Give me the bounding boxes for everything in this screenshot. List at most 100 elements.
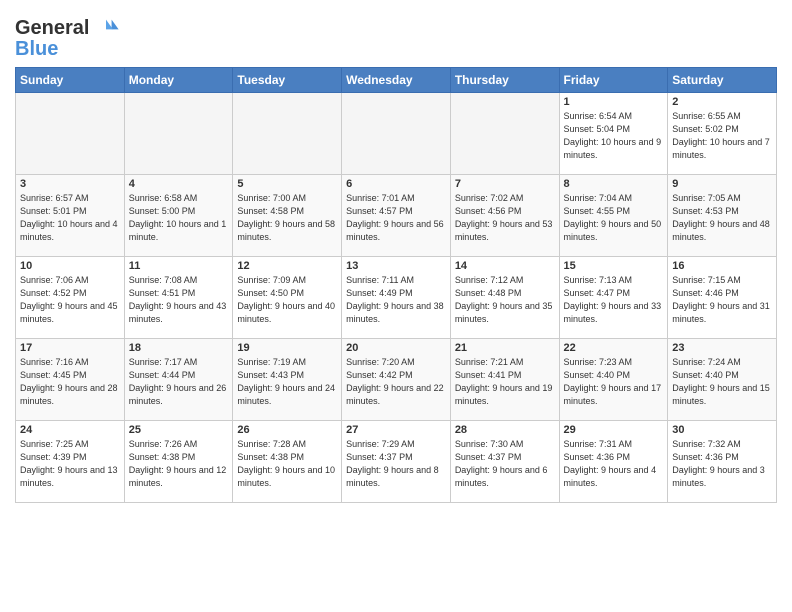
- day-cell: 8 Sunrise: 7:04 AM Sunset: 4:55 PM Daylig…: [559, 175, 668, 257]
- day-info: Sunrise: 7:16 AM Sunset: 4:45 PM Dayligh…: [20, 356, 120, 408]
- day-info: Sunrise: 7:32 AM Sunset: 4:36 PM Dayligh…: [672, 438, 772, 490]
- day-info: Sunrise: 7:13 AM Sunset: 4:47 PM Dayligh…: [564, 274, 664, 326]
- day-number: 7: [455, 178, 555, 190]
- day-info: Sunrise: 7:31 AM Sunset: 4:36 PM Dayligh…: [564, 438, 664, 490]
- day-cell: 24Sunrise: 7:25 AM Sunset: 4:39 PM Dayli…: [16, 421, 125, 503]
- week-row-1: 1 Sunrise: 6:54 AM Sunset: 5:04 PM Daylig…: [16, 93, 777, 175]
- day-cell: 6Sunrise: 7:01 AM Sunset: 4:57 PM Daylig…: [342, 175, 451, 257]
- weekday-header-row: SundayMondayTuesdayWednesdayThursdayFrid…: [16, 68, 777, 93]
- day-cell: 28 Sunrise: 7:30 AM Sunset: 4:37 PM Dayli…: [450, 421, 559, 503]
- day-info: Sunrise: 7:09 AM Sunset: 4:50 PM Dayligh…: [237, 274, 337, 326]
- day-cell: 7Sunrise: 7:02 AM Sunset: 4:56 PM Daylig…: [450, 175, 559, 257]
- weekday-header-monday: Monday: [124, 68, 233, 93]
- header: General Blue: [15, 10, 777, 61]
- day-cell: [16, 93, 125, 175]
- day-number: 22: [564, 342, 664, 354]
- day-info: Sunrise: 7:21 AM Sunset: 4:41 PM Dayligh…: [455, 356, 555, 408]
- day-number: 20: [346, 342, 446, 354]
- weekday-header-wednesday: Wednesday: [342, 68, 451, 93]
- day-number: 25: [129, 424, 229, 436]
- weekday-header-friday: Friday: [559, 68, 668, 93]
- day-cell: 1 Sunrise: 6:54 AM Sunset: 5:04 PM Daylig…: [559, 93, 668, 175]
- day-number: 23: [672, 342, 772, 354]
- day-cell: 21 Sunrise: 7:21 AM Sunset: 4:41 PM Dayli…: [450, 339, 559, 421]
- day-number: 9: [672, 178, 772, 190]
- day-cell: 11 Sunrise: 7:08 AM Sunset: 4:51 PM Dayli…: [124, 257, 233, 339]
- day-number: 10: [20, 260, 120, 272]
- day-info: Sunrise: 7:29 AM Sunset: 4:37 PM Dayligh…: [346, 438, 446, 490]
- day-number: 17: [20, 342, 120, 354]
- day-info: Sunrise: 7:24 AM Sunset: 4:40 PM Dayligh…: [672, 356, 772, 408]
- logo: General Blue: [15, 14, 120, 61]
- day-number: 18: [129, 342, 229, 354]
- day-cell: 16Sunrise: 7:15 AM Sunset: 4:46 PM Dayli…: [668, 257, 777, 339]
- page-container: General Blue SundayMondayTuesdayWednesda…: [0, 0, 792, 612]
- day-cell: 4Sunrise: 6:58 AM Sunset: 5:00 PM Daylig…: [124, 175, 233, 257]
- day-cell: 20 Sunrise: 7:20 AM Sunset: 4:42 PM Dayli…: [342, 339, 451, 421]
- day-number: 28: [455, 424, 555, 436]
- day-info: Sunrise: 7:25 AM Sunset: 4:39 PM Dayligh…: [20, 438, 120, 490]
- weekday-header-saturday: Saturday: [668, 68, 777, 93]
- day-info: Sunrise: 7:00 AM Sunset: 4:58 PM Dayligh…: [237, 192, 337, 244]
- day-info: Sunrise: 7:06 AM Sunset: 4:52 PM Dayligh…: [20, 274, 120, 326]
- week-row-3: 10 Sunrise: 7:06 AM Sunset: 4:52 PM Dayli…: [16, 257, 777, 339]
- day-number: 8: [564, 178, 664, 190]
- day-info: Sunrise: 6:55 AM Sunset: 5:02 PM Dayligh…: [672, 110, 772, 162]
- day-cell: 27 Sunrise: 7:29 AM Sunset: 4:37 PM Dayli…: [342, 421, 451, 503]
- day-number: 19: [237, 342, 337, 354]
- day-info: Sunrise: 7:23 AM Sunset: 4:40 PM Dayligh…: [564, 356, 664, 408]
- weekday-header-tuesday: Tuesday: [233, 68, 342, 93]
- day-cell: 22 Sunrise: 7:23 AM Sunset: 4:40 PM Dayli…: [559, 339, 668, 421]
- day-number: 29: [564, 424, 664, 436]
- day-info: Sunrise: 7:05 AM Sunset: 4:53 PM Dayligh…: [672, 192, 772, 244]
- day-cell: 17 Sunrise: 7:16 AM Sunset: 4:45 PM Dayli…: [16, 339, 125, 421]
- day-number: 11: [129, 260, 229, 272]
- day-number: 12: [237, 260, 337, 272]
- day-info: Sunrise: 7:12 AM Sunset: 4:48 PM Dayligh…: [455, 274, 555, 326]
- weekday-header-sunday: Sunday: [16, 68, 125, 93]
- day-cell: [450, 93, 559, 175]
- day-number: 27: [346, 424, 446, 436]
- day-number: 1: [564, 96, 664, 108]
- day-cell: 10 Sunrise: 7:06 AM Sunset: 4:52 PM Dayli…: [16, 257, 125, 339]
- day-number: 13: [346, 260, 446, 272]
- day-cell: 3 Sunrise: 6:57 AM Sunset: 5:01 PM Daylig…: [16, 175, 125, 257]
- day-info: Sunrise: 7:28 AM Sunset: 4:38 PM Dayligh…: [237, 438, 337, 490]
- week-row-5: 24Sunrise: 7:25 AM Sunset: 4:39 PM Dayli…: [16, 421, 777, 503]
- day-cell: [233, 93, 342, 175]
- day-number: 14: [455, 260, 555, 272]
- day-cell: 14 Sunrise: 7:12 AM Sunset: 4:48 PM Dayli…: [450, 257, 559, 339]
- day-cell: 12 Sunrise: 7:09 AM Sunset: 4:50 PM Dayli…: [233, 257, 342, 339]
- day-cell: 29 Sunrise: 7:31 AM Sunset: 4:36 PM Dayli…: [559, 421, 668, 503]
- day-info: Sunrise: 7:19 AM Sunset: 4:43 PM Dayligh…: [237, 356, 337, 408]
- day-number: 4: [129, 178, 229, 190]
- day-info: Sunrise: 7:01 AM Sunset: 4:57 PM Dayligh…: [346, 192, 446, 244]
- day-cell: 15Sunrise: 7:13 AM Sunset: 4:47 PM Dayli…: [559, 257, 668, 339]
- day-number: 30: [672, 424, 772, 436]
- day-info: Sunrise: 7:15 AM Sunset: 4:46 PM Dayligh…: [672, 274, 772, 326]
- week-row-2: 3 Sunrise: 6:57 AM Sunset: 5:01 PM Daylig…: [16, 175, 777, 257]
- day-number: 2: [672, 96, 772, 108]
- day-info: Sunrise: 7:20 AM Sunset: 4:42 PM Dayligh…: [346, 356, 446, 408]
- day-cell: [124, 93, 233, 175]
- day-cell: 18Sunrise: 7:17 AM Sunset: 4:44 PM Dayli…: [124, 339, 233, 421]
- day-cell: 2 Sunrise: 6:55 AM Sunset: 5:02 PM Daylig…: [668, 93, 777, 175]
- day-info: Sunrise: 7:30 AM Sunset: 4:37 PM Dayligh…: [455, 438, 555, 490]
- day-cell: [342, 93, 451, 175]
- day-number: 21: [455, 342, 555, 354]
- day-info: Sunrise: 6:54 AM Sunset: 5:04 PM Dayligh…: [564, 110, 664, 162]
- day-info: Sunrise: 6:57 AM Sunset: 5:01 PM Dayligh…: [20, 192, 120, 244]
- day-cell: 13 Sunrise: 7:11 AM Sunset: 4:49 PM Dayli…: [342, 257, 451, 339]
- week-row-4: 17 Sunrise: 7:16 AM Sunset: 4:45 PM Dayli…: [16, 339, 777, 421]
- day-number: 3: [20, 178, 120, 190]
- logo-icon: [92, 14, 120, 42]
- day-cell: 23 Sunrise: 7:24 AM Sunset: 4:40 PM Dayli…: [668, 339, 777, 421]
- weekday-header-thursday: Thursday: [450, 68, 559, 93]
- day-cell: 30 Sunrise: 7:32 AM Sunset: 4:36 PM Dayli…: [668, 421, 777, 503]
- day-info: Sunrise: 7:08 AM Sunset: 4:51 PM Dayligh…: [129, 274, 229, 326]
- day-info: Sunrise: 7:11 AM Sunset: 4:49 PM Dayligh…: [346, 274, 446, 326]
- day-cell: 5Sunrise: 7:00 AM Sunset: 4:58 PM Daylig…: [233, 175, 342, 257]
- day-cell: 19 Sunrise: 7:19 AM Sunset: 4:43 PM Dayli…: [233, 339, 342, 421]
- day-cell: 9 Sunrise: 7:05 AM Sunset: 4:53 PM Daylig…: [668, 175, 777, 257]
- day-info: Sunrise: 7:04 AM Sunset: 4:55 PM Dayligh…: [564, 192, 664, 244]
